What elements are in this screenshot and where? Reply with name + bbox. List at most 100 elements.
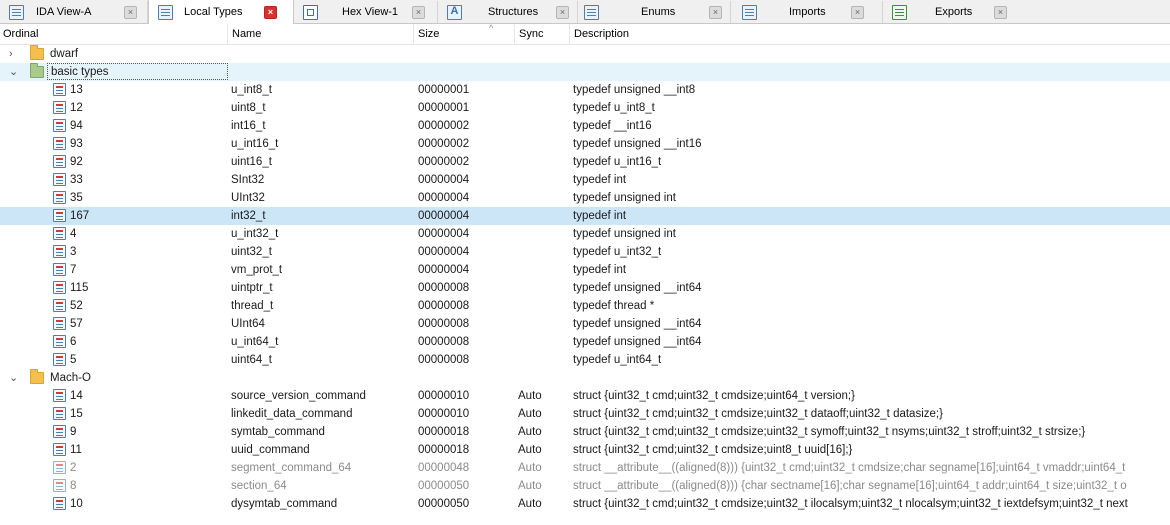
type-row[interactable]: 52 thread_t 00000008 typedef thread *	[0, 297, 1170, 315]
local-type-icon	[53, 281, 66, 294]
description-cell: typedef u_int16_t	[573, 156, 662, 168]
description-cell: typedef unsigned int	[573, 228, 676, 240]
type-row[interactable]: 8 section_64 00000050 Auto struct __attribut…	[0, 477, 1170, 495]
ordinal-cell: 13	[70, 84, 83, 96]
type-row[interactable]: 57 UInt64 00000008 typedef unsigned __int64	[0, 315, 1170, 333]
group-row-dwarf[interactable]: › dwarf	[0, 45, 1170, 63]
tab-label: Exports	[935, 6, 973, 18]
type-row[interactable]: 3 uint32_t 00000004 typedef u_int32_t	[0, 243, 1170, 261]
size-cell: 00000008	[418, 300, 470, 312]
type-row[interactable]: 11 uuid_command 00000018 Auto struct {uint32…	[0, 441, 1170, 459]
local-type-icon	[53, 101, 66, 114]
column-sync[interactable]: Sync	[514, 24, 569, 45]
name-cell: u_int8_t	[231, 84, 272, 96]
close-icon[interactable]: ×	[412, 6, 425, 19]
close-icon[interactable]: ×	[264, 6, 277, 19]
description-cell: typedef unsigned __int8	[573, 84, 696, 96]
type-row[interactable]: 5 uint64_t 00000008 typedef u_int64_t	[0, 351, 1170, 369]
description-cell: typedef unsigned __int64	[573, 336, 702, 348]
size-cell: 00000002	[418, 120, 470, 132]
type-row[interactable]: 167 int32_t 00000004 typedef int	[0, 207, 1170, 225]
description-cell: struct {uint32_t cmd;uint32_t cmdsize;ui…	[573, 390, 855, 402]
type-row[interactable]: 94 int16_t 00000002 typedef __int16	[0, 117, 1170, 135]
tab-imports[interactable]: Imports ×	[731, 1, 883, 23]
tab-ida-view-a[interactable]: IDA View-A ×	[0, 1, 148, 23]
type-row[interactable]: 14 source_version_command 00000010 Auto stru…	[0, 387, 1170, 405]
type-row[interactable]: 6 u_int64_t 00000008 typedef unsigned __int…	[0, 333, 1170, 351]
tab-structures[interactable]: Structures ×	[438, 1, 578, 23]
size-cell: 00000004	[418, 174, 470, 186]
local-type-icon	[53, 227, 66, 240]
tab-label: Hex View-1	[342, 6, 399, 18]
type-row[interactable]: 4 u_int32_t 00000004 typedef unsigned int	[0, 225, 1170, 243]
group-row-mach-o[interactable]: ⌄ Mach-O	[0, 369, 1170, 387]
type-row[interactable]: 35 UInt32 00000004 typedef unsigned int	[0, 189, 1170, 207]
ordinal-cell: 10	[70, 498, 83, 510]
close-icon[interactable]: ×	[851, 6, 864, 19]
close-icon[interactable]: ×	[556, 6, 569, 19]
description-cell: struct {uint32_t cmd;uint32_t cmdsize;ui…	[573, 498, 1128, 510]
type-row[interactable]: 10 dysymtab_command 00000050 Auto struct {ui…	[0, 495, 1170, 513]
close-icon[interactable]: ×	[994, 6, 1007, 19]
description-cell: struct __attribute__((aligned(8))) {uint…	[573, 462, 1126, 474]
tab-enums[interactable]: Enums ×	[578, 1, 731, 23]
local-type-icon	[53, 461, 66, 474]
tab-exports[interactable]: Exports ×	[883, 1, 1031, 23]
description-cell: typedef unsigned __int64	[573, 282, 702, 294]
local-type-icon	[53, 155, 66, 168]
name-cell: UInt32	[231, 192, 265, 204]
group-row-basic-types[interactable]: ⌄ basic types	[0, 63, 1170, 81]
chevron-down-icon[interactable]: ⌄	[9, 63, 18, 81]
local-type-icon	[53, 497, 66, 510]
close-icon[interactable]: ×	[124, 6, 137, 19]
folder-icon	[30, 369, 44, 384]
column-description[interactable]: Description	[569, 24, 1170, 45]
local-type-icon	[53, 191, 66, 204]
tab-local-types[interactable]: Local Types ×	[148, 0, 294, 24]
size-cell: 00000001	[418, 84, 470, 96]
local-type-icon	[53, 479, 66, 492]
chevron-down-icon[interactable]: ⌄	[9, 369, 18, 387]
type-row[interactable]: 115 uintptr_t 00000008 typedef unsigned __i…	[0, 279, 1170, 297]
size-cell: 00000050	[418, 498, 470, 510]
name-cell: uint64_t	[231, 354, 272, 366]
ordinal-cell: 6	[70, 336, 77, 348]
ordinal-cell: 115	[70, 282, 89, 294]
ordinal-cell: 93	[70, 138, 83, 150]
ordinal-cell: 2	[70, 462, 77, 474]
size-cell: 00000010	[418, 390, 470, 402]
type-row[interactable]: 93 u_int16_t 00000002 typedef unsigned __in…	[0, 135, 1170, 153]
name-cell: SInt32	[231, 174, 265, 186]
type-row[interactable]: 12 uint8_t 00000001 typedef u_int8_t	[0, 99, 1170, 117]
description-cell: struct {uint32_t cmd;uint32_t cmdsize;ui…	[573, 426, 1086, 438]
disassembly-icon	[9, 5, 24, 20]
chevron-right-icon[interactable]: ›	[9, 45, 13, 63]
name-cell: vm_prot_t	[231, 264, 283, 276]
sync-cell: Auto	[518, 498, 542, 510]
column-name[interactable]: Name	[227, 24, 413, 45]
group-label: Mach-O	[50, 372, 91, 384]
size-cell: 00000048	[418, 462, 470, 474]
tab-hex-view-1[interactable]: Hex View-1 ×	[294, 1, 438, 23]
name-cell: u_int16_t	[231, 138, 279, 150]
ordinal-cell: 167	[70, 210, 90, 222]
close-icon[interactable]: ×	[709, 6, 722, 19]
type-row[interactable]: 33 SInt32 00000004 typedef int	[0, 171, 1170, 189]
size-cell: 00000018	[418, 426, 470, 438]
column-ordinal[interactable]: Ordinal	[0, 24, 227, 45]
type-row[interactable]: 9 symtab_command 00000018 Auto struct {uint3…	[0, 423, 1170, 441]
ordinal-cell: 14	[70, 390, 83, 402]
type-row[interactable]: 7 vm_prot_t 00000004 typedef int	[0, 261, 1170, 279]
type-row[interactable]: 15 linkedit_data_command 00000010 Auto struc…	[0, 405, 1170, 423]
column-size[interactable]: Size ^	[413, 23, 514, 45]
enums-icon	[584, 5, 599, 20]
size-cell: 00000008	[418, 336, 470, 348]
local-type-icon	[53, 83, 66, 96]
type-row[interactable]: 92 uint16_t 00000002 typedef u_int16_t	[0, 153, 1170, 171]
type-row[interactable]: 2 segment_command_64 00000048 Auto struct __…	[0, 459, 1170, 477]
ordinal-cell: 94	[70, 120, 83, 132]
description-cell: typedef int	[573, 264, 627, 276]
group-label: basic types	[47, 63, 228, 80]
name-cell: segment_command_64	[231, 462, 352, 474]
type-row[interactable]: 13 u_int8_t 00000001 typedef unsigned __int…	[0, 81, 1170, 99]
